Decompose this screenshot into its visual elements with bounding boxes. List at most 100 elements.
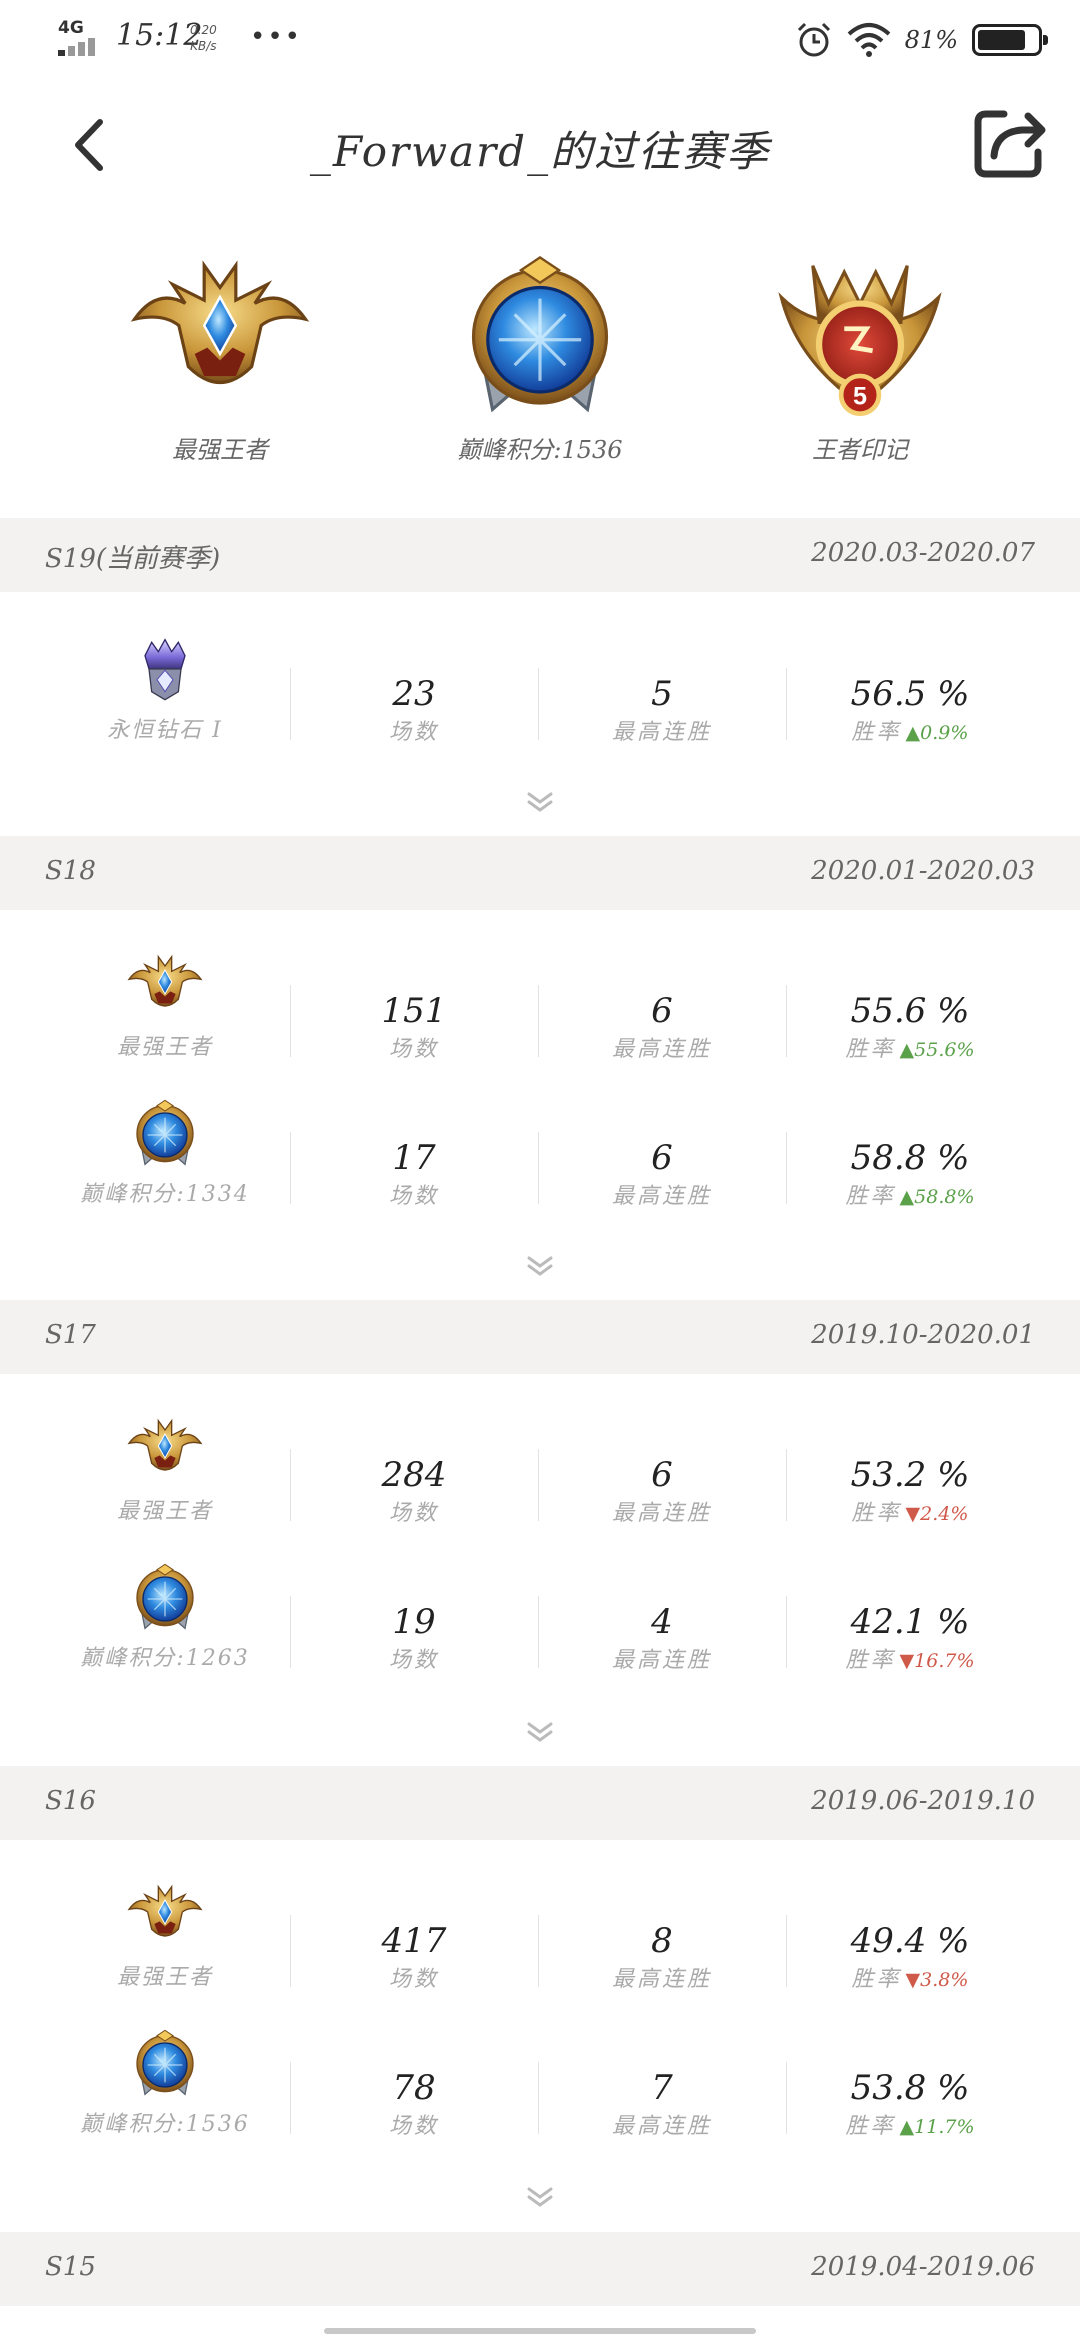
top-badge-peak: 巅峰积分:1536 <box>430 250 650 465</box>
peak-orb-icon <box>136 2029 194 2095</box>
rank-name: 巅峰积分:1536 <box>80 2112 250 2137</box>
king-helmet-icon <box>128 956 202 1007</box>
season-date: 2019.10-2020.01 <box>811 1320 1035 1350</box>
trend-up-icon: ▲ <box>905 722 921 744</box>
matches-label: 场数 <box>388 2114 439 2139</box>
rank-name: 最强王者 <box>116 1035 213 1060</box>
winrate-change: ▼2.4% <box>906 1503 969 1525</box>
peak-orb-icon <box>136 1563 194 1630</box>
rank-name: 永恒钻石 I <box>107 718 223 743</box>
streak-cell: 4 最高连胜 <box>538 1556 786 1676</box>
matches-value: 78 <box>392 2068 436 2108</box>
expand-chevron-icon[interactable] <box>523 2185 557 2209</box>
season-date: 2019.06-2019.10 <box>811 1786 1035 1816</box>
rank-cell: 巅峰积分:1536 <box>40 2022 290 2142</box>
streak-value: 4 <box>651 1602 673 1642</box>
king-mark-icon <box>765 250 955 420</box>
network-type: 4G <box>58 18 84 38</box>
winrate-change-value: 0.9% <box>920 722 969 744</box>
home-indicator[interactable] <box>324 2328 756 2334</box>
winrate-change-value: 3.8% <box>920 1969 969 1991</box>
winrate-label: 胜率 ▼3.8% <box>786 1961 1034 1993</box>
rank-name: 巅峰积分:1334 <box>80 1182 250 1207</box>
header: _Forward_的过往赛季 <box>0 80 1080 210</box>
net-speed: 0.20 KB/s <box>190 22 217 54</box>
winrate-change-value: 16.7% <box>914 1650 975 1672</box>
winrate-change-value: 11.7% <box>914 2116 975 2138</box>
streak-cell: 7 最高连胜 <box>538 2022 786 2142</box>
more-notifications-icon: ••• <box>250 22 303 52</box>
season-name: S18 <box>45 856 96 886</box>
winrate-value: 53.8 % <box>850 2068 970 2108</box>
season-row: 最强王者 284 场数 6 最高连胜 53.2 % 胜率 ▼2.4% <box>0 1409 1080 1529</box>
matches-label: 场数 <box>388 1501 439 1526</box>
winrate-change: ▲0.9% <box>906 722 969 744</box>
streak-value: 6 <box>651 991 673 1031</box>
winrate-value: 55.6 % <box>850 991 970 1031</box>
winrate-cell: 53.2 % 胜率 ▼2.4% <box>786 1409 1034 1529</box>
matches-label: 场数 <box>388 1967 439 1992</box>
matches-value: 151 <box>381 991 447 1031</box>
winrate-label: 胜率 ▼2.4% <box>786 1495 1034 1527</box>
expand-chevron-icon[interactable] <box>523 1254 557 1278</box>
peak-orb-icon <box>471 255 609 412</box>
streak-value: 7 <box>651 2068 673 2108</box>
streak-cell: 6 最高连胜 <box>538 1092 786 1212</box>
king-helmet-icon <box>132 263 308 385</box>
season-header-s16: S16 2019.06-2019.10 <box>0 1766 1080 1840</box>
winrate-value: 49.4 % <box>850 1921 970 1961</box>
status-right: 81% <box>795 20 1048 60</box>
season-name: S19(当前赛季) <box>45 544 221 574</box>
alarm-icon <box>797 22 830 57</box>
matches-label: 场数 <box>388 1648 439 1673</box>
winrate-change: ▲58.8% <box>900 1186 975 1208</box>
rank-name: 最强王者 <box>116 1499 213 1524</box>
rank-cell: 永恒钻石 I <box>40 628 290 748</box>
matches-value: 19 <box>392 1602 436 1642</box>
winrate-label: 胜率 ▼16.7% <box>786 1642 1034 1674</box>
winrate-cell: 42.1 % 胜率 ▼16.7% <box>786 1556 1034 1676</box>
winrate-label-text: 胜率 <box>851 720 902 745</box>
matches-cell: 284 场数 <box>290 1409 538 1529</box>
winrate-label-text: 胜率 <box>845 1037 896 1062</box>
streak-label: 最高连胜 <box>611 1184 712 1209</box>
streak-label: 最高连胜 <box>611 2114 712 2139</box>
streak-cell: 6 最高连胜 <box>538 945 786 1065</box>
matches-label: 场数 <box>388 1184 439 1209</box>
season-date: 2019.04-2019.06 <box>811 2252 1035 2282</box>
expand-chevron-icon[interactable] <box>523 790 557 814</box>
share-icon[interactable] <box>970 104 1050 184</box>
winrate-label: 胜率 ▲11.7% <box>786 2108 1034 2140</box>
season-row: 巅峰积分:1536 78 场数 7 最高连胜 53.8 % 胜率 ▲11.7% <box>0 2022 1080 2142</box>
trend-down-icon: ▼ <box>905 1503 921 1525</box>
matches-cell: 417 场数 <box>290 1875 538 1995</box>
rank-cell: 最强王者 <box>40 945 290 1065</box>
matches-value: 17 <box>392 1138 436 1178</box>
winrate-cell: 49.4 % 胜率 ▼3.8% <box>786 1875 1034 1995</box>
rank-cell: 巅峰积分:1263 <box>40 1556 290 1676</box>
matches-cell: 17 场数 <box>290 1092 538 1212</box>
streak-label: 最高连胜 <box>611 1501 712 1526</box>
winrate-cell: 55.6 % 胜率 ▲55.6% <box>786 945 1034 1065</box>
top-badge-mark: 王者印记 <box>750 250 970 465</box>
top-badges: 最强王者 巅峰积分:1536 王者印记 <box>0 250 1080 470</box>
expand-chevron-icon[interactable] <box>523 1720 557 1744</box>
trend-up-icon: ▲ <box>899 1039 915 1061</box>
matches-cell: 23 场数 <box>290 628 538 748</box>
battery-percent: 81% <box>904 26 958 54</box>
matches-value: 23 <box>392 674 436 714</box>
winrate-label-text: 胜率 <box>845 1648 896 1673</box>
back-arrow-icon[interactable] <box>60 110 120 180</box>
winrate-change-value: 55.6% <box>914 1039 975 1061</box>
matches-value: 284 <box>381 1455 447 1495</box>
trend-down-icon: ▼ <box>899 1650 915 1672</box>
matches-cell: 151 场数 <box>290 945 538 1065</box>
season-header-s15: S15 2019.04-2019.06 <box>0 2232 1080 2306</box>
net-speed-unit: KB/s <box>190 39 217 53</box>
matches-value: 417 <box>381 1921 447 1961</box>
matches-label: 场数 <box>388 1037 439 1062</box>
top-badge-label: 王者印记 <box>812 436 908 464</box>
page-title: _Forward_的过往赛季 <box>309 127 771 176</box>
wifi-icon <box>847 23 890 57</box>
matches-label: 场数 <box>388 720 439 745</box>
